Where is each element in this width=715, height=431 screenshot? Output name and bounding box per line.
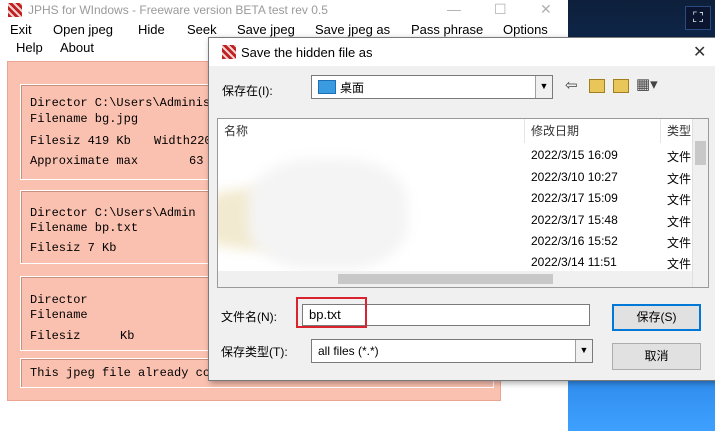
save-hidden-file-dialog: Save the hidden file as ✕ 保存在(I): 桌面 ▼ ⇦…: [208, 37, 715, 381]
approx-max-label: Approximate max: [30, 154, 139, 168]
horizontal-scroll-thumb[interactable]: [338, 274, 553, 284]
jpeg-directory: Director C:\Users\Administ: [30, 96, 218, 110]
saved-filename: Filename: [30, 308, 88, 322]
list-item-type: 文件: [667, 236, 692, 250]
filetype-label: 保存类型(T):: [221, 345, 288, 359]
column-header-date[interactable]: 修改日期: [525, 119, 661, 143]
vertical-scrollbar[interactable]: [692, 119, 708, 287]
list-item-date[interactable]: 2022/3/17 15:48: [531, 213, 618, 227]
save-button[interactable]: 保存(S): [612, 304, 701, 331]
chevron-down-icon[interactable]: ▼: [575, 340, 592, 362]
dialog-titlebar: Save the hidden file as ✕: [209, 38, 715, 66]
jphs-window-title: JPHS for WIndows - Freeware version BETA…: [28, 3, 328, 17]
minimize-button[interactable]: —: [447, 1, 461, 17]
saved-directory: Director: [30, 293, 88, 307]
filetype-combo[interactable]: all files (*.*) ▼: [311, 339, 593, 363]
menu-about[interactable]: About: [60, 40, 94, 55]
save-in-label: 保存在(I):: [222, 84, 273, 98]
jpeg-filesize: Filesiz 419 Kb: [30, 134, 131, 148]
list-item-type: 文件: [667, 193, 692, 207]
close-button[interactable]: ✕: [540, 1, 552, 18]
filetype-value: all files (*.*): [318, 344, 379, 358]
cancel-button[interactable]: 取消: [612, 343, 701, 370]
menu-options[interactable]: Options: [503, 22, 548, 37]
column-header-name[interactable]: 名称: [218, 119, 525, 143]
vertical-scroll-thumb[interactable]: [695, 141, 706, 165]
view-menu-icon[interactable]: ▦▾: [636, 75, 658, 93]
list-item-type: 文件: [667, 257, 692, 271]
list-item-date[interactable]: 2022/3/10 10:27: [531, 170, 618, 184]
menu-help[interactable]: Help: [16, 40, 43, 55]
menu-save-jpeg[interactable]: Save jpeg: [237, 22, 295, 37]
menu-open-jpeg[interactable]: Open jpeg: [53, 22, 113, 37]
list-item-date[interactable]: 2022/3/17 15:09: [531, 191, 618, 205]
saved-filesize: Filesiz: [30, 329, 81, 343]
list-item-type: 文件: [667, 215, 692, 229]
list-item-date[interactable]: 2022/3/14 11:51: [531, 255, 617, 269]
dialog-app-icon: [222, 45, 236, 59]
menu-hide[interactable]: Hide: [138, 22, 165, 37]
list-item-type: 文件: [667, 172, 692, 186]
hidden-filesize: Filesiz 7 Kb: [30, 241, 117, 255]
file-list[interactable]: 名称 修改日期 类型 2022/3/15 16:09 文件 2022/3/10 …: [217, 118, 709, 288]
hidden-filename: Filename bp.txt: [30, 221, 139, 235]
hidden-directory: Director C:\Users\Admin: [30, 206, 196, 220]
chevron-down-icon[interactable]: ▼: [535, 76, 552, 98]
save-in-value: 桌面: [340, 81, 365, 95]
redacted-region: [248, 159, 408, 269]
menu-exit[interactable]: Exit: [10, 22, 32, 37]
desktop-shortcut-icon[interactable]: ⛶: [685, 6, 711, 30]
filename-label: 文件名(N):: [221, 310, 277, 324]
menu-save-jpeg-as[interactable]: Save jpeg as: [315, 22, 390, 37]
horizontal-scrollbar[interactable]: [218, 271, 692, 287]
dialog-title: Save the hidden file as: [241, 45, 373, 60]
new-folder-icon[interactable]: [613, 79, 629, 93]
jphs-titlebar: JPHS for WIndows - Freeware version BETA…: [0, 0, 568, 20]
menu-pass-phrase[interactable]: Pass phrase: [411, 22, 483, 37]
menu-seek[interactable]: Seek: [187, 22, 217, 37]
save-in-combo[interactable]: 桌面 ▼: [311, 75, 553, 99]
back-arrow-icon[interactable]: ⇦: [565, 76, 578, 94]
maximize-button[interactable]: ☐: [494, 1, 507, 18]
dialog-close-icon[interactable]: ✕: [693, 42, 706, 62]
saved-filesize-unit: Kb: [120, 329, 135, 343]
list-item-date[interactable]: 2022/3/16 15:52: [531, 234, 618, 248]
up-folder-icon[interactable]: [589, 79, 605, 93]
highlight-box: [296, 297, 367, 328]
list-item-type: 文件: [667, 150, 692, 164]
jpeg-filename: Filename bg.jpg: [30, 112, 139, 126]
jphs-app-icon: [8, 3, 22, 17]
desktop-folder-icon: [318, 80, 336, 94]
status-message: This jpeg file already cont: [30, 366, 225, 380]
list-item-date[interactable]: 2022/3/15 16:09: [531, 148, 618, 162]
